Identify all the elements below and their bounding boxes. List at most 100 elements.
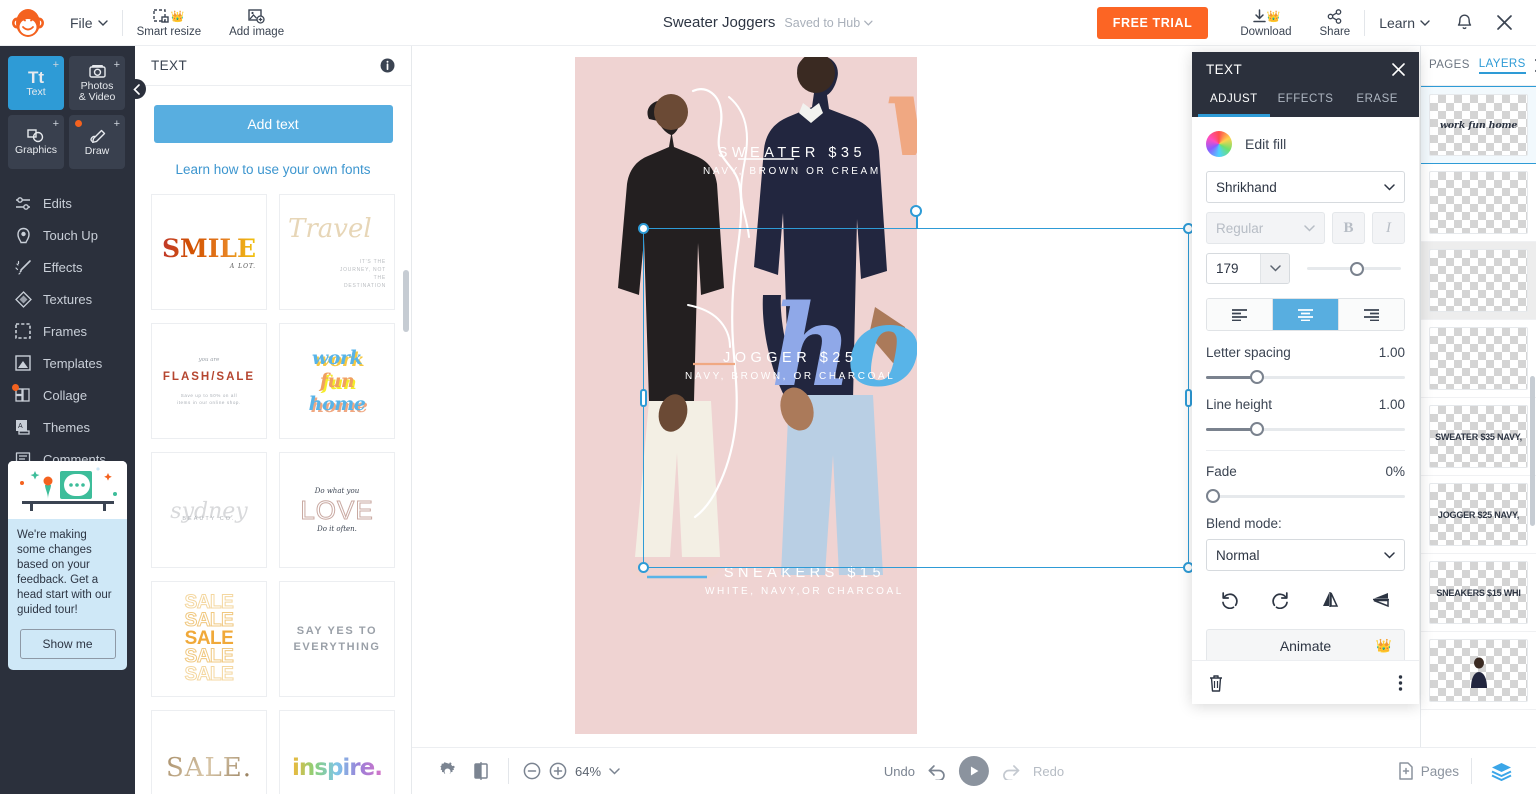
sidebar-item-themes[interactable]: A Themes xyxy=(0,411,135,443)
sneakers-price-label[interactable]: SNEAKERS $15 WHITE, NAVY,OR CHARCOAL xyxy=(705,565,904,597)
free-trial-button[interactable]: FREE TRIAL xyxy=(1096,6,1209,39)
smart-resize-button[interactable]: 👑 Smart resize xyxy=(123,0,216,46)
tab-effects[interactable]: EFFECTS xyxy=(1270,86,1342,117)
font-size-slider-knob[interactable] xyxy=(1350,261,1365,276)
rail-tool-photos-video[interactable]: + Photos & Video xyxy=(69,56,125,110)
monkey-logo-icon[interactable] xyxy=(0,8,56,38)
sidebar-item-touch-up[interactable]: Touch Up xyxy=(0,219,135,251)
tab-pages[interactable]: PAGES xyxy=(1429,59,1470,73)
layer-item-sneakers[interactable]: SNEAKERS $15 WHI xyxy=(1421,554,1536,632)
sidebar-item-effects[interactable]: Effects xyxy=(0,251,135,283)
fade-knob[interactable] xyxy=(1206,489,1220,503)
sidebar-item-frames[interactable]: Frames xyxy=(0,315,135,347)
rotate-right-icon[interactable] xyxy=(1260,582,1300,616)
line-height-slider[interactable] xyxy=(1206,422,1405,436)
sidebar-item-textures[interactable]: Textures xyxy=(0,283,135,315)
animate-button[interactable]: Animate 👑 xyxy=(1206,629,1405,660)
letter-spacing-slider[interactable] xyxy=(1206,370,1405,384)
share-button[interactable]: Share xyxy=(1306,0,1365,46)
font-size-input[interactable]: 179 xyxy=(1206,253,1290,284)
add-text-button[interactable]: Add text xyxy=(153,105,393,143)
font-weight-select[interactable]: Regular xyxy=(1206,212,1325,244)
artboard[interactable]: SWEATER $35 NAVY, BROWN OR CREAM JOGGER … xyxy=(575,57,917,734)
fill-color-swatch[interactable] xyxy=(1206,131,1232,157)
layer-item-jogger[interactable]: JOGGER $25 NAVY, xyxy=(1421,476,1536,554)
sidebar-item-templates[interactable]: Templates xyxy=(0,347,135,379)
close-icon[interactable] xyxy=(1484,0,1524,46)
rotate-left-icon[interactable] xyxy=(1210,582,1250,616)
jogger-price-label[interactable]: JOGGER $25 NAVY, BROWN, OR CHARCOAL xyxy=(685,350,895,382)
headline-work[interactable]: work xyxy=(885,61,917,173)
trash-icon[interactable] xyxy=(1208,674,1224,692)
layer-item-work-fun-home[interactable]: work fun home xyxy=(1421,86,1536,164)
sidebar-item-collage[interactable]: Collage xyxy=(0,379,135,411)
bold-button[interactable]: B xyxy=(1332,212,1365,244)
undo-icon[interactable] xyxy=(927,763,947,780)
info-icon[interactable] xyxy=(380,58,395,73)
redo-label[interactable]: Redo xyxy=(1033,764,1064,779)
font-family-select[interactable]: Shrikhand xyxy=(1206,171,1405,203)
tab-erase[interactable]: ERASE xyxy=(1341,86,1413,117)
font-size-stepper[interactable] xyxy=(1260,254,1289,283)
preset-say-yes[interactable]: SAY YES TO EVERYTHING xyxy=(279,581,395,697)
fade-slider[interactable] xyxy=(1206,489,1405,503)
preset-travel[interactable]: Travel IT'S THE JOURNEY, NOT THE DESTINA… xyxy=(279,194,395,310)
resize-handle-middle-right[interactable] xyxy=(1185,389,1192,407)
sidebar-item-edits[interactable]: Edits xyxy=(0,187,135,219)
zoom-out-icon[interactable] xyxy=(523,762,541,780)
play-icon[interactable] xyxy=(959,756,989,786)
preset-love[interactable]: Do what you LOVE Do it often. xyxy=(279,452,395,568)
align-center-button[interactable] xyxy=(1273,299,1339,330)
preset-inspire[interactable]: inspire. xyxy=(279,710,395,794)
font-size-slider[interactable] xyxy=(1307,261,1401,276)
layer-item-photo[interactable] xyxy=(1421,632,1536,710)
notification-bell-icon[interactable] xyxy=(1444,0,1484,46)
layers-scrollbar[interactable] xyxy=(1530,376,1535,526)
close-icon[interactable] xyxy=(1392,62,1405,76)
layer-item-empty-2[interactable] xyxy=(1421,242,1536,320)
preset-sale-serif[interactable]: SALE. xyxy=(151,710,267,794)
file-menu-button[interactable]: File xyxy=(56,0,122,46)
tab-layers[interactable]: LAYERS xyxy=(1478,58,1526,74)
preset-flash-sale[interactable]: you are FLASH/SALE Save up to 50% on all… xyxy=(151,323,267,439)
chevron-left-icon[interactable] xyxy=(126,79,146,99)
align-left-button[interactable] xyxy=(1207,299,1273,330)
sweater-price-label[interactable]: SWEATER $35 NAVY, BROWN OR CREAM xyxy=(703,145,881,177)
flip-horizontal-icon[interactable] xyxy=(1311,582,1351,616)
flip-vertical-icon[interactable] xyxy=(1361,582,1401,616)
layer-item-empty-3[interactable] xyxy=(1421,320,1536,398)
chevron-down-icon[interactable] xyxy=(609,767,620,775)
letter-spacing-knob[interactable] xyxy=(1249,370,1264,384)
edit-fill-row[interactable]: Edit fill xyxy=(1206,131,1405,157)
line-height-knob[interactable] xyxy=(1249,422,1264,436)
preset-scrollbar[interactable] xyxy=(403,270,409,332)
rail-tool-graphics[interactable]: + Graphics xyxy=(8,115,64,169)
download-button[interactable]: 👑 Download xyxy=(1226,0,1305,46)
layers-stack-icon[interactable] xyxy=(1484,754,1518,788)
show-me-button[interactable]: Show me xyxy=(19,629,116,659)
preset-smile[interactable]: SMILE A LOT. xyxy=(151,194,267,310)
gear-icon[interactable] xyxy=(430,754,464,788)
save-status[interactable]: Saved to Hub xyxy=(784,16,873,30)
layer-item-empty-1[interactable] xyxy=(1421,164,1536,242)
redo-icon[interactable] xyxy=(1001,763,1021,780)
more-vertical-icon[interactable] xyxy=(1398,674,1403,692)
tab-adjust[interactable]: ADJUST xyxy=(1198,86,1270,117)
rail-tool-draw[interactable]: + Draw xyxy=(69,115,125,169)
learn-menu-button[interactable]: Learn xyxy=(1365,15,1444,31)
own-fonts-link[interactable]: Learn how to use your own fonts xyxy=(135,162,411,177)
layer-item-sweater[interactable]: SWEATER $35 NAVY, xyxy=(1421,398,1536,476)
rail-tool-text[interactable]: + Tt Text xyxy=(8,56,64,110)
align-right-button[interactable] xyxy=(1339,299,1404,330)
preset-sale-stack[interactable]: SALE SALE SALE SALE SALE xyxy=(151,581,267,697)
zoom-in-icon[interactable] xyxy=(549,762,567,780)
add-pages-button[interactable]: Pages xyxy=(1398,762,1459,780)
blend-mode-select[interactable]: Normal xyxy=(1206,539,1405,571)
preset-sydney[interactable]: sydney BEAUTY CO. xyxy=(151,452,267,568)
undo-label[interactable]: Undo xyxy=(884,764,915,779)
compare-icon[interactable] xyxy=(464,754,498,788)
italic-button[interactable]: I xyxy=(1372,212,1405,244)
preset-work-fun-home[interactable]: work fun home xyxy=(279,323,395,439)
add-image-button[interactable]: Add image xyxy=(215,0,298,46)
headline-home[interactable]: home xyxy=(771,291,917,403)
